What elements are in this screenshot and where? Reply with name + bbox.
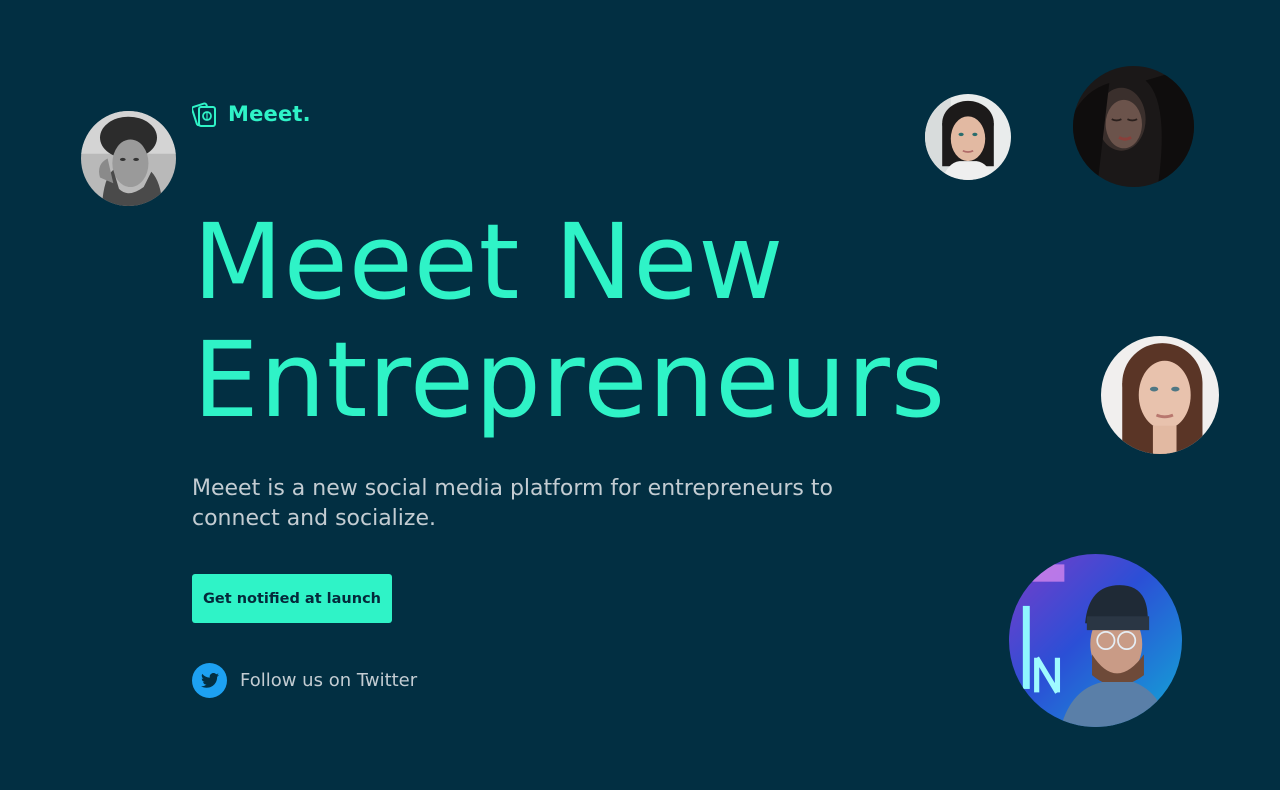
twitter-bird-icon [192, 663, 227, 698]
avatar-woman-dark-hair [925, 94, 1011, 180]
get-notified-button[interactable]: Get notified at launch [192, 574, 392, 623]
avatar-man-beanie-neon [1009, 554, 1182, 727]
hero-description: Meeet is a new social media platform for… [192, 476, 833, 531]
twitter-label: Follow us on Twitter [240, 670, 418, 691]
passport-cards-icon [192, 102, 216, 127]
brand-logo[interactable]: Meeet. [192, 100, 311, 128]
avatar-woman-eyes-closed [1073, 66, 1194, 187]
avatar-woman-auburn-hair [1101, 336, 1219, 454]
headline-line-2: Entrepreneurs [193, 319, 947, 441]
brand-name: Meeet. [228, 102, 311, 126]
avatar-man-curly-hair [81, 111, 176, 206]
twitter-follow-link[interactable]: Follow us on Twitter [192, 663, 417, 698]
headline-line-1: Meeet New [193, 201, 785, 323]
landing-page: Meeet. Meeet New Entrepreneurs Meeet is … [0, 0, 1280, 790]
hero-headline: Meeet New Entrepreneurs [193, 203, 946, 439]
